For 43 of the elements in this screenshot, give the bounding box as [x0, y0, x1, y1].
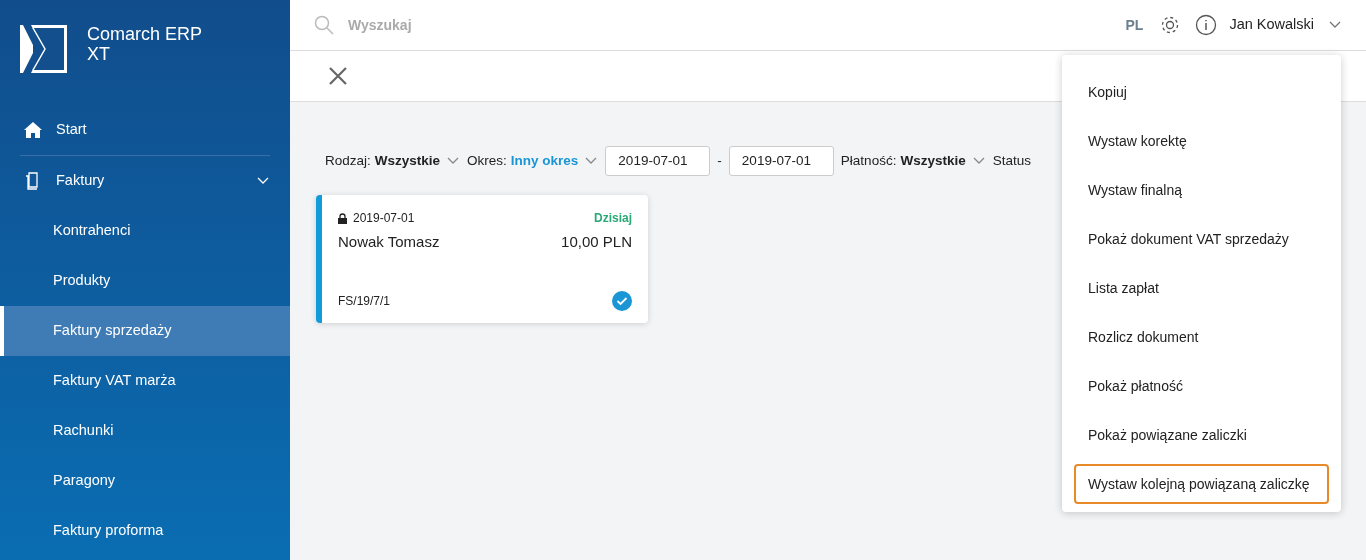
sidebar-item[interactable]: Faktury proforma	[0, 506, 290, 556]
due-label: Dzisiaj	[594, 210, 632, 228]
user-menu[interactable]: Jan Kowalski	[1229, 14, 1314, 36]
logo-subtitle: XT	[87, 44, 111, 65]
home-icon	[24, 121, 42, 139]
filter-label: Rodzaj:	[325, 152, 371, 170]
date-separator: -	[717, 152, 722, 170]
sidebar-item[interactable]: Paragony	[0, 456, 290, 506]
sidebar-item[interactable]: Start	[0, 105, 290, 155]
menu-item[interactable]: Rozlicz dokument	[1074, 317, 1329, 357]
filter-dropdown[interactable]: Wszystkie	[900, 151, 966, 172]
sidebar-item[interactable]: Faktury VAT marża	[0, 356, 290, 406]
invoice-number: FS/19/7/1	[338, 293, 391, 311]
invoice-card[interactable]: 2019-07-01 Dzisiaj Nowak Tomasz 10,00 PLN FS/19/7/1	[316, 195, 648, 324]
customer-name: Nowak Tomasz	[338, 232, 440, 253]
search-icon	[314, 15, 334, 35]
menu-item[interactable]: Pokaż powiązane zaliczki	[1074, 415, 1329, 455]
filter-label: Płatność:	[840, 152, 897, 170]
menu-item[interactable]: Wystaw finalną	[1074, 170, 1329, 210]
menu-item[interactable]: Pokaż dokument VAT sprzedaży	[1074, 219, 1329, 259]
close-icon[interactable]	[328, 66, 348, 86]
logo-title: Comarch ERP	[87, 25, 203, 45]
search-field[interactable]: Wyszukaj	[290, 0, 1126, 51]
filter-label[interactable]: Status	[992, 151, 1031, 172]
logo-icon	[20, 25, 67, 73]
sidebar-item[interactable]: Kontrahenci	[0, 206, 290, 256]
menu-item[interactable]: Pokaż płatność	[1074, 366, 1329, 406]
menu-item[interactable]: Wystaw korektę	[1074, 121, 1329, 161]
invoice-amount: 10,00 PLN	[561, 232, 632, 253]
menu-item[interactable]: Kopiuj	[1074, 72, 1329, 112]
language-code[interactable]: PL	[1125, 14, 1144, 36]
menu-item[interactable]: Wystaw kolejną powiązaną zaliczkę	[1074, 464, 1329, 504]
date-field[interactable]: 2019-07-01	[605, 146, 711, 177]
invoice-date: 2019-07-01	[353, 210, 416, 228]
sidebar-item[interactable]: Faktury sprzedaży	[0, 306, 290, 356]
sidebar-item[interactable]: Produkty	[0, 256, 290, 306]
filter-dropdown[interactable]: Wszystkie	[374, 151, 441, 172]
sidebar-item[interactable]: Rachunki	[0, 406, 290, 456]
menu-item[interactable]: Lista zapłat	[1074, 268, 1329, 308]
info-icon[interactable]	[1195, 14, 1218, 36]
sidebar-item[interactable]: Faktury	[0, 156, 290, 206]
filter-label: Okres:	[467, 152, 507, 170]
date-field[interactable]: 2019-07-01	[728, 146, 834, 177]
